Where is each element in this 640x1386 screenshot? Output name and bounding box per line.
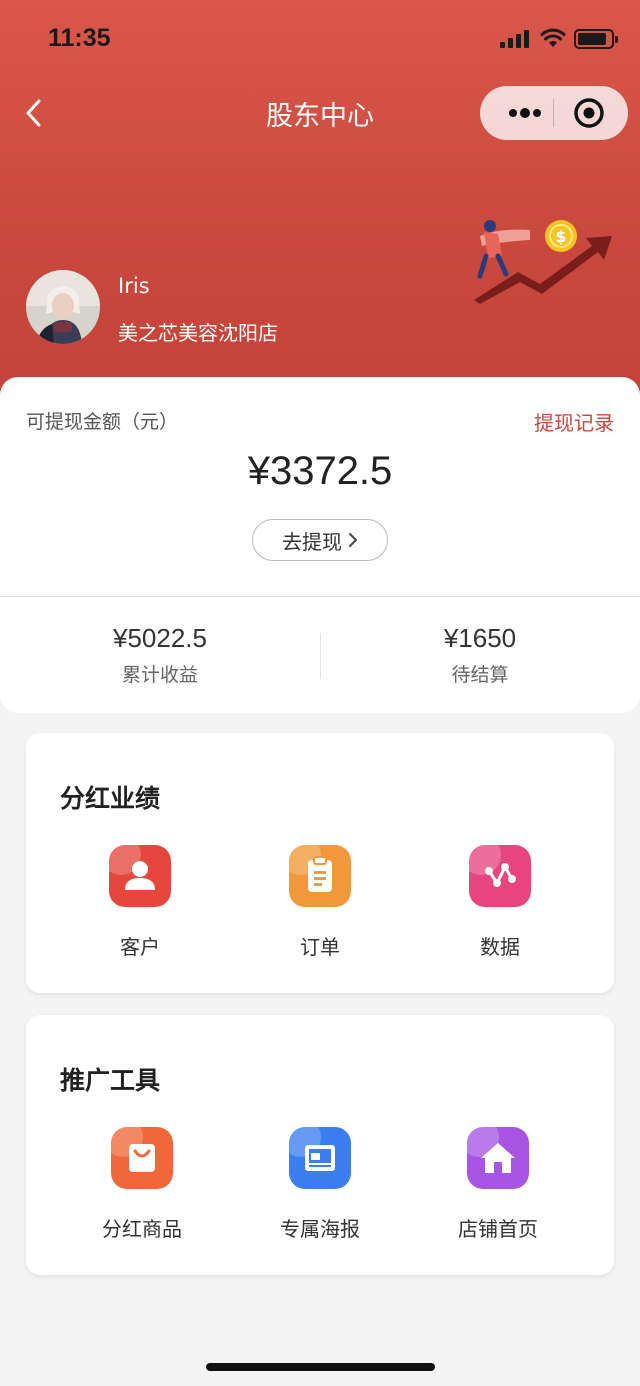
user-name: Iris (118, 274, 150, 298)
stat-value: ¥5022.5 (113, 623, 207, 653)
withdraw-history-link[interactable]: 提现记录 (534, 407, 614, 436)
tool-label: 专属海报 (280, 1217, 360, 1241)
growth-illustration: $ (474, 220, 612, 304)
tool-exclusive-poster[interactable]: 专属海报 (230, 1127, 410, 1242)
capsule-divider (553, 99, 554, 127)
svg-text:$: $ (555, 227, 566, 246)
more-icon[interactable] (498, 86, 552, 140)
status-bar: 11:35 (0, 0, 640, 80)
avatar[interactable] (26, 270, 100, 344)
tool-label: 客户 (120, 935, 160, 959)
stat-total-earnings: ¥5022.5 累计收益 (0, 623, 320, 687)
tool-label: 订单 (300, 935, 340, 959)
mini-program-capsule (480, 86, 628, 140)
close-target-icon[interactable] (572, 96, 606, 130)
status-time: 11:35 (48, 24, 111, 52)
shopping-bag-icon (111, 1127, 173, 1189)
stat-pending-settlement: ¥1650 待结算 (320, 623, 640, 687)
clipboard-icon (289, 845, 351, 907)
user-icon (109, 845, 171, 907)
battery-icon (574, 29, 618, 49)
tool-orders[interactable]: 订单 (230, 845, 410, 960)
tool-dividend-products[interactable]: 分红商品 (52, 1127, 232, 1242)
withdraw-button-label: 去提现 (282, 529, 342, 554)
withdraw-button[interactable]: 去提现 (252, 519, 388, 561)
section-title: 分红业绩 (60, 784, 161, 813)
tool-label: 店铺首页 (458, 1217, 538, 1241)
balance-label: 可提现金额（元） (26, 411, 179, 433)
stat-label: 累计收益 (121, 664, 198, 686)
chevron-right-icon (349, 533, 357, 547)
tool-label: 数据 (480, 935, 520, 959)
store-name: 美之芯美容沈阳店 (118, 321, 278, 345)
card-divider (0, 596, 640, 597)
tool-data[interactable]: 数据 (410, 845, 590, 960)
section-promotion-tools: 推广工具 分红商品 专属海报 店铺首页 (26, 1015, 614, 1275)
balance-amount: ¥3372.5 (247, 449, 393, 493)
section-title: 推广工具 (60, 1066, 161, 1095)
section-dividend-performance: 分红业绩 客户 订单 数据 (26, 733, 614, 993)
tool-customers[interactable]: 客户 (50, 845, 230, 960)
signal-icon (500, 30, 532, 48)
stat-value: ¥1650 (443, 623, 517, 653)
stat-label: 待结算 (451, 664, 509, 686)
wifi-icon (540, 28, 566, 47)
tool-label: 分红商品 (102, 1217, 182, 1241)
balance-card: 可提现金额（元） 提现记录 ¥3372.5 去提现 ¥5022.5 累计收益 ¥… (0, 377, 640, 713)
image-icon (289, 1127, 351, 1189)
graph-icon (469, 845, 531, 907)
home-icon (467, 1127, 529, 1189)
home-indicator[interactable] (206, 1363, 435, 1371)
tool-store-homepage[interactable]: 店铺首页 (408, 1127, 588, 1242)
